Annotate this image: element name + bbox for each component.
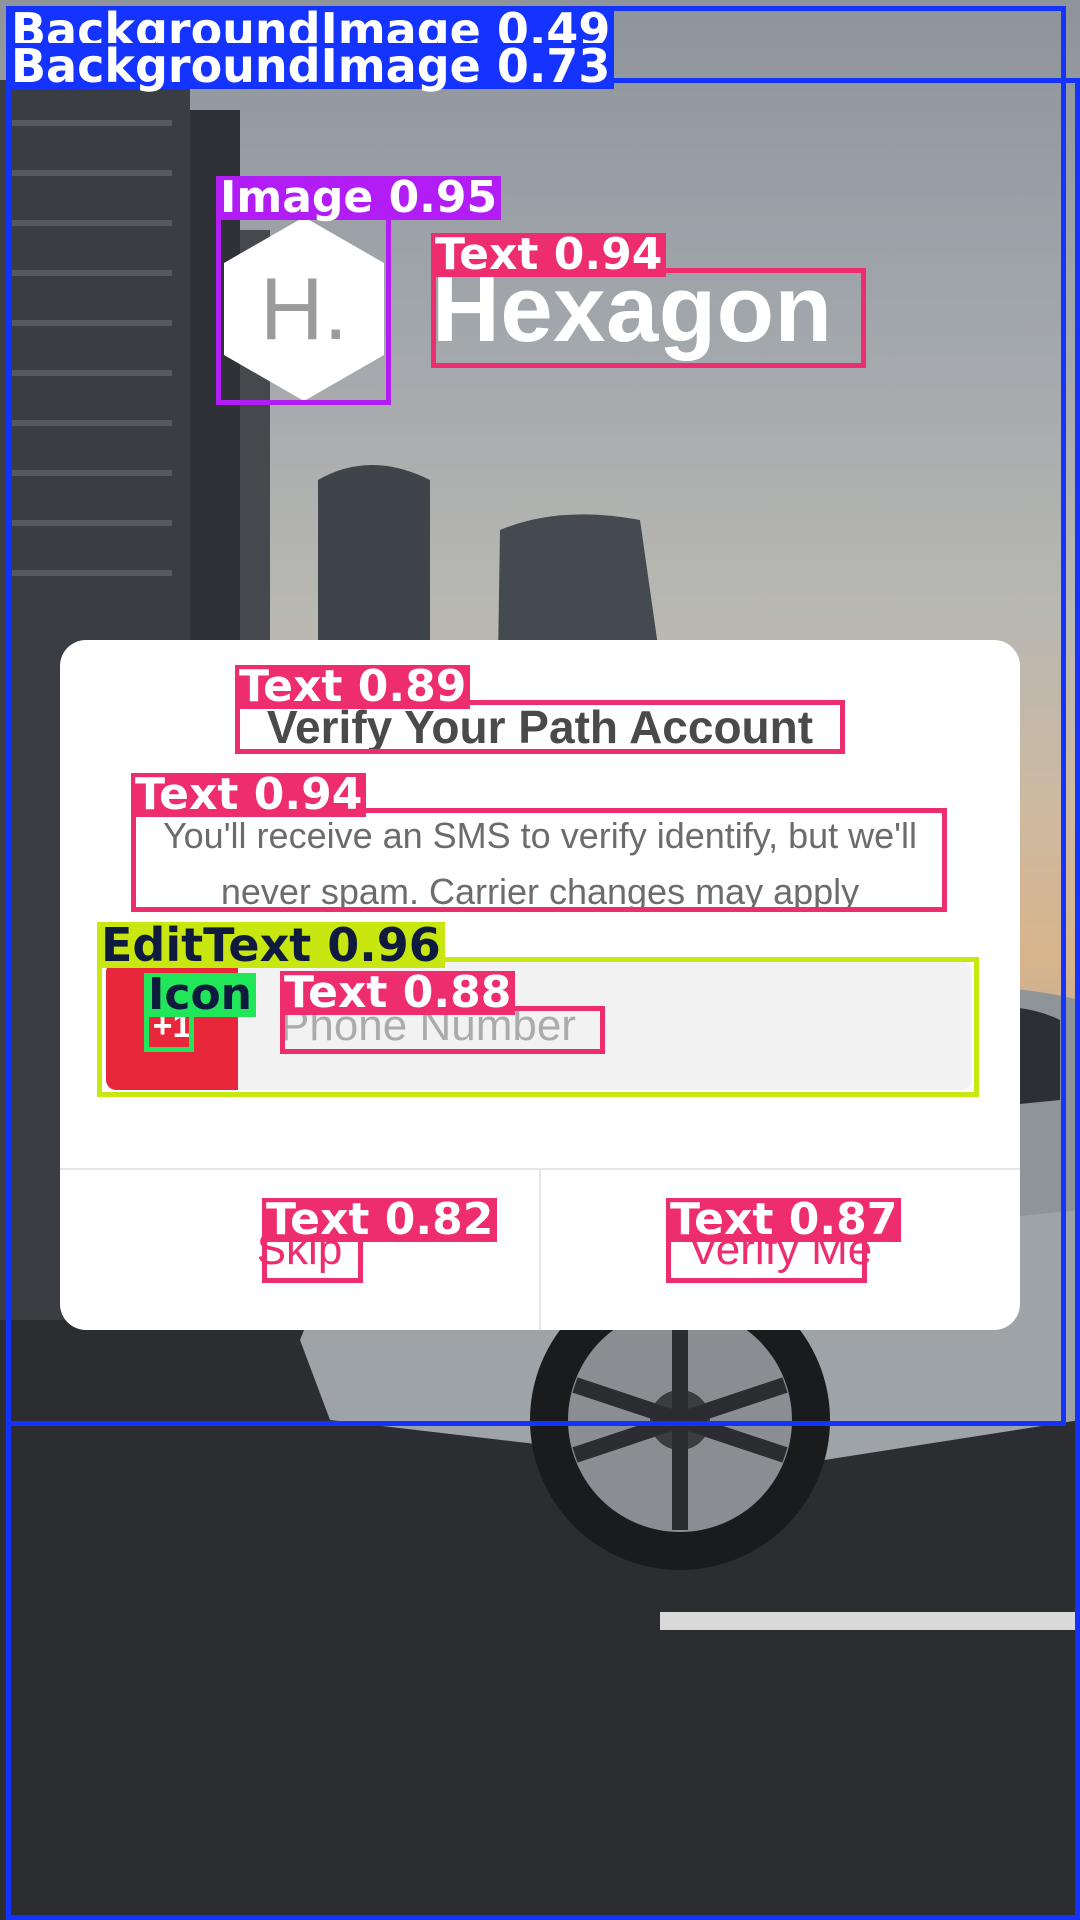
verify-dialog: Verify Your Path Account You'll receive … (60, 640, 1020, 1330)
verify-me-button[interactable]: Verify Me (541, 1170, 1020, 1330)
dialog-title: Verify Your Path Account (266, 701, 814, 753)
dialog-message: You'll receive an SMS to verify identify… (162, 815, 918, 912)
phone-number-input[interactable] (280, 962, 956, 1090)
country-code-label: +1 (152, 1006, 192, 1045)
skip-button[interactable]: Skip (60, 1170, 539, 1330)
country-code-icon[interactable]: +1 (106, 962, 238, 1090)
brand-name: Hexagon (432, 256, 833, 361)
phone-number-field[interactable]: +1 (106, 962, 972, 1090)
logo-letter: H. (260, 259, 348, 358)
